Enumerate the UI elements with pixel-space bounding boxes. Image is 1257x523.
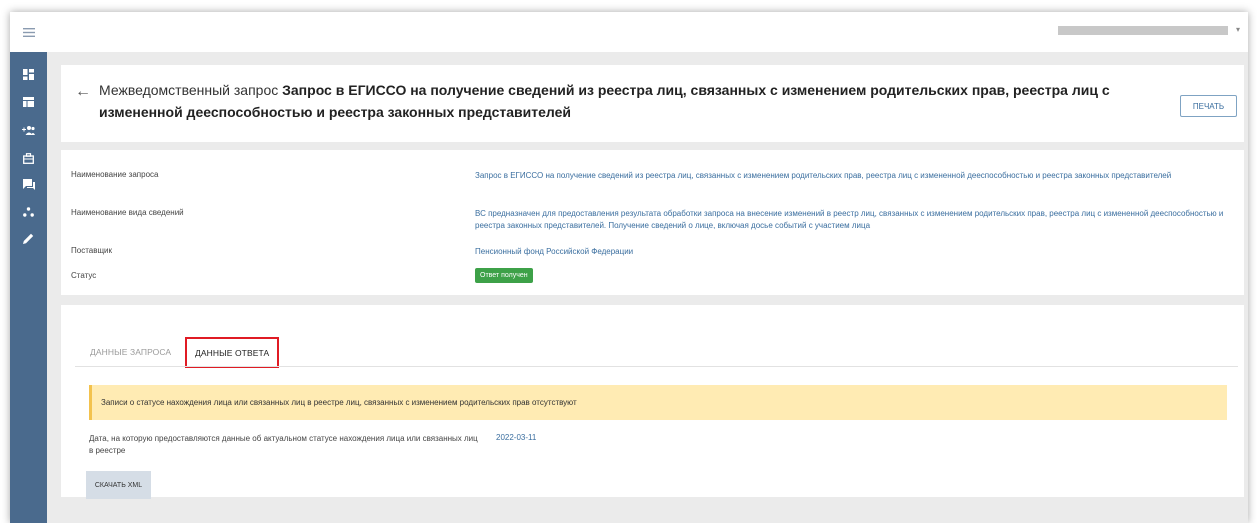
date-label: Дата, на которую предоставляются данные … (89, 434, 478, 455)
provider-value: Пенсионный фонд Российской Федерации (475, 247, 634, 256)
request-name-value: Запрос в ЕГИССО на получение сведений из… (475, 171, 1172, 180)
top-bar: ▾ (47, 12, 1248, 52)
tab-request-data[interactable]: ДАННЫЕ ЗАПРОСА (90, 347, 171, 357)
briefcase-icon (23, 152, 34, 164)
status-badge: Ответ получен (475, 268, 533, 283)
chat-icon (22, 178, 35, 190)
hamburger-icon[interactable] (22, 27, 35, 37)
print-button[interactable]: ПЕЧАТЬ (1180, 95, 1237, 117)
sidebar-item-messages[interactable] (10, 173, 47, 195)
download-xml-button[interactable]: СКАЧАТЬ XML (86, 471, 151, 499)
provider-label: Поставщик (71, 246, 113, 255)
sidebar-item-edit[interactable] (10, 227, 47, 249)
sidebar-item-dashboard[interactable] (10, 63, 47, 85)
request-info-card: Наименование запроса Запрос в ЕГИССО на … (61, 150, 1244, 295)
request-name-label: Наименование запроса (71, 170, 159, 179)
warning-alert: Записи о статусе нахождения лица или свя… (89, 385, 1227, 420)
sidebar-item-users[interactable] (10, 119, 47, 141)
status-label: Статус (71, 271, 97, 280)
back-arrow-icon[interactable]: ← (75, 83, 91, 101)
grid-icon (23, 97, 34, 107)
sidebar (10, 12, 47, 523)
page-title-prefix: Межведомственный запрос (99, 82, 279, 98)
page-title: Межведомственный запрос Запрос в ЕГИССО … (99, 79, 1149, 123)
sidebar-item-briefcase[interactable] (10, 147, 47, 169)
info-kind-label: Наименование вида сведений (71, 208, 184, 217)
users-add-icon (22, 126, 35, 135)
chevron-down-icon[interactable]: ▾ (1236, 25, 1240, 34)
menu-toggle[interactable] (10, 12, 47, 52)
hierarchy-icon (23, 207, 34, 217)
tab-divider (75, 366, 1238, 367)
info-kind-value: ВС предназначен для предоставления резул… (475, 209, 1224, 230)
date-value: 2022-03-11 (496, 433, 537, 442)
app-window: ▾ ← Межведомственный запрос Запрос в ЕГИ… (10, 12, 1248, 523)
pencil-icon (23, 233, 34, 244)
user-menu[interactable] (1058, 26, 1228, 35)
title-card: ← Межведомственный запрос Запрос в ЕГИСС… (61, 65, 1244, 142)
response-data-card: ДАННЫЕ ЗАПРОСА ДАННЫЕ ОТВЕТА Записи о ст… (61, 305, 1244, 499)
sidebar-item-hierarchy[interactable] (10, 201, 47, 223)
sidebar-item-grid[interactable] (10, 91, 47, 113)
dashboard-icon (23, 68, 34, 80)
tab-response-data[interactable]: ДАННЫЕ ОТВЕТА (185, 337, 280, 368)
